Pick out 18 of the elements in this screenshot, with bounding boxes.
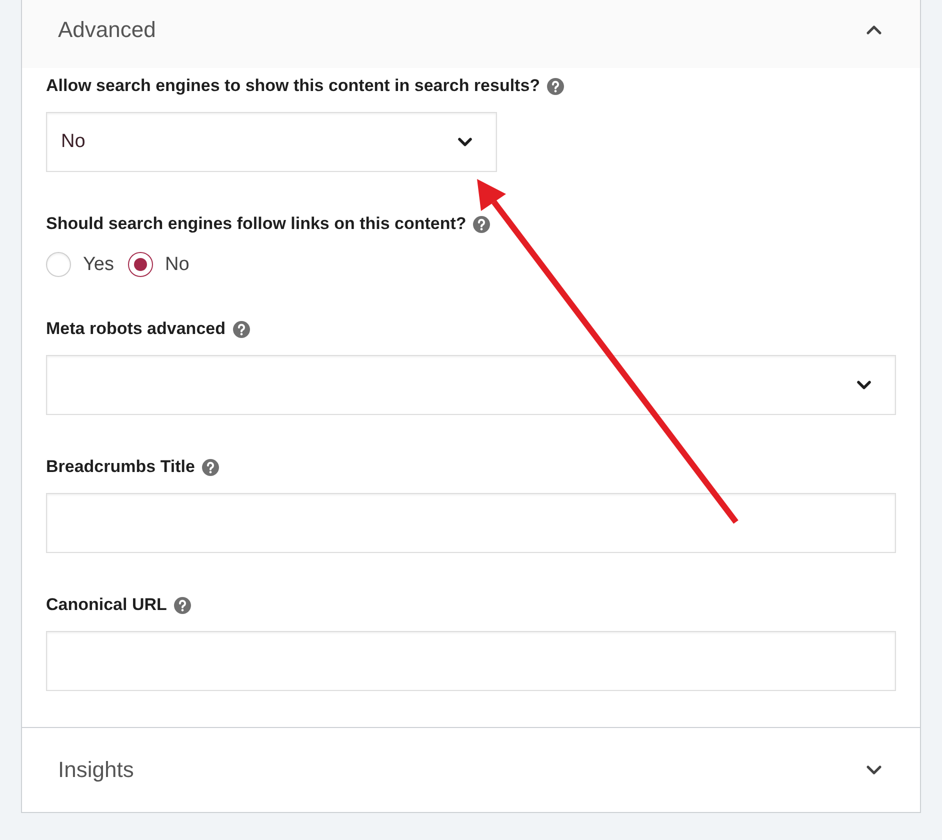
text-field[interactable] [46, 493, 896, 553]
help-icon[interactable] [473, 216, 490, 232]
field-label: Meta robots advanced [46, 319, 226, 339]
select-field[interactable] [46, 355, 896, 415]
help-icon[interactable] [202, 458, 219, 476]
radio-button[interactable] [128, 252, 153, 277]
help-icon[interactable] [547, 78, 564, 94]
help-icon[interactable] [174, 596, 191, 614]
radio-label[interactable]: Yes [83, 254, 114, 276]
field-label: Allow search engines to show this content in search results? [46, 76, 540, 96]
select-field[interactable]: No [46, 112, 497, 172]
text-field[interactable] [46, 631, 896, 691]
help-icon[interactable] [232, 320, 250, 338]
accordion-header[interactable]: Advanced [22, 0, 920, 68]
field-label: Canonical URL [46, 595, 167, 615]
radio-label[interactable]: No [165, 254, 190, 276]
field-label: Should search engines follow links on this content? [46, 214, 466, 234]
field-label: Breadcrumbs Title [46, 457, 195, 477]
